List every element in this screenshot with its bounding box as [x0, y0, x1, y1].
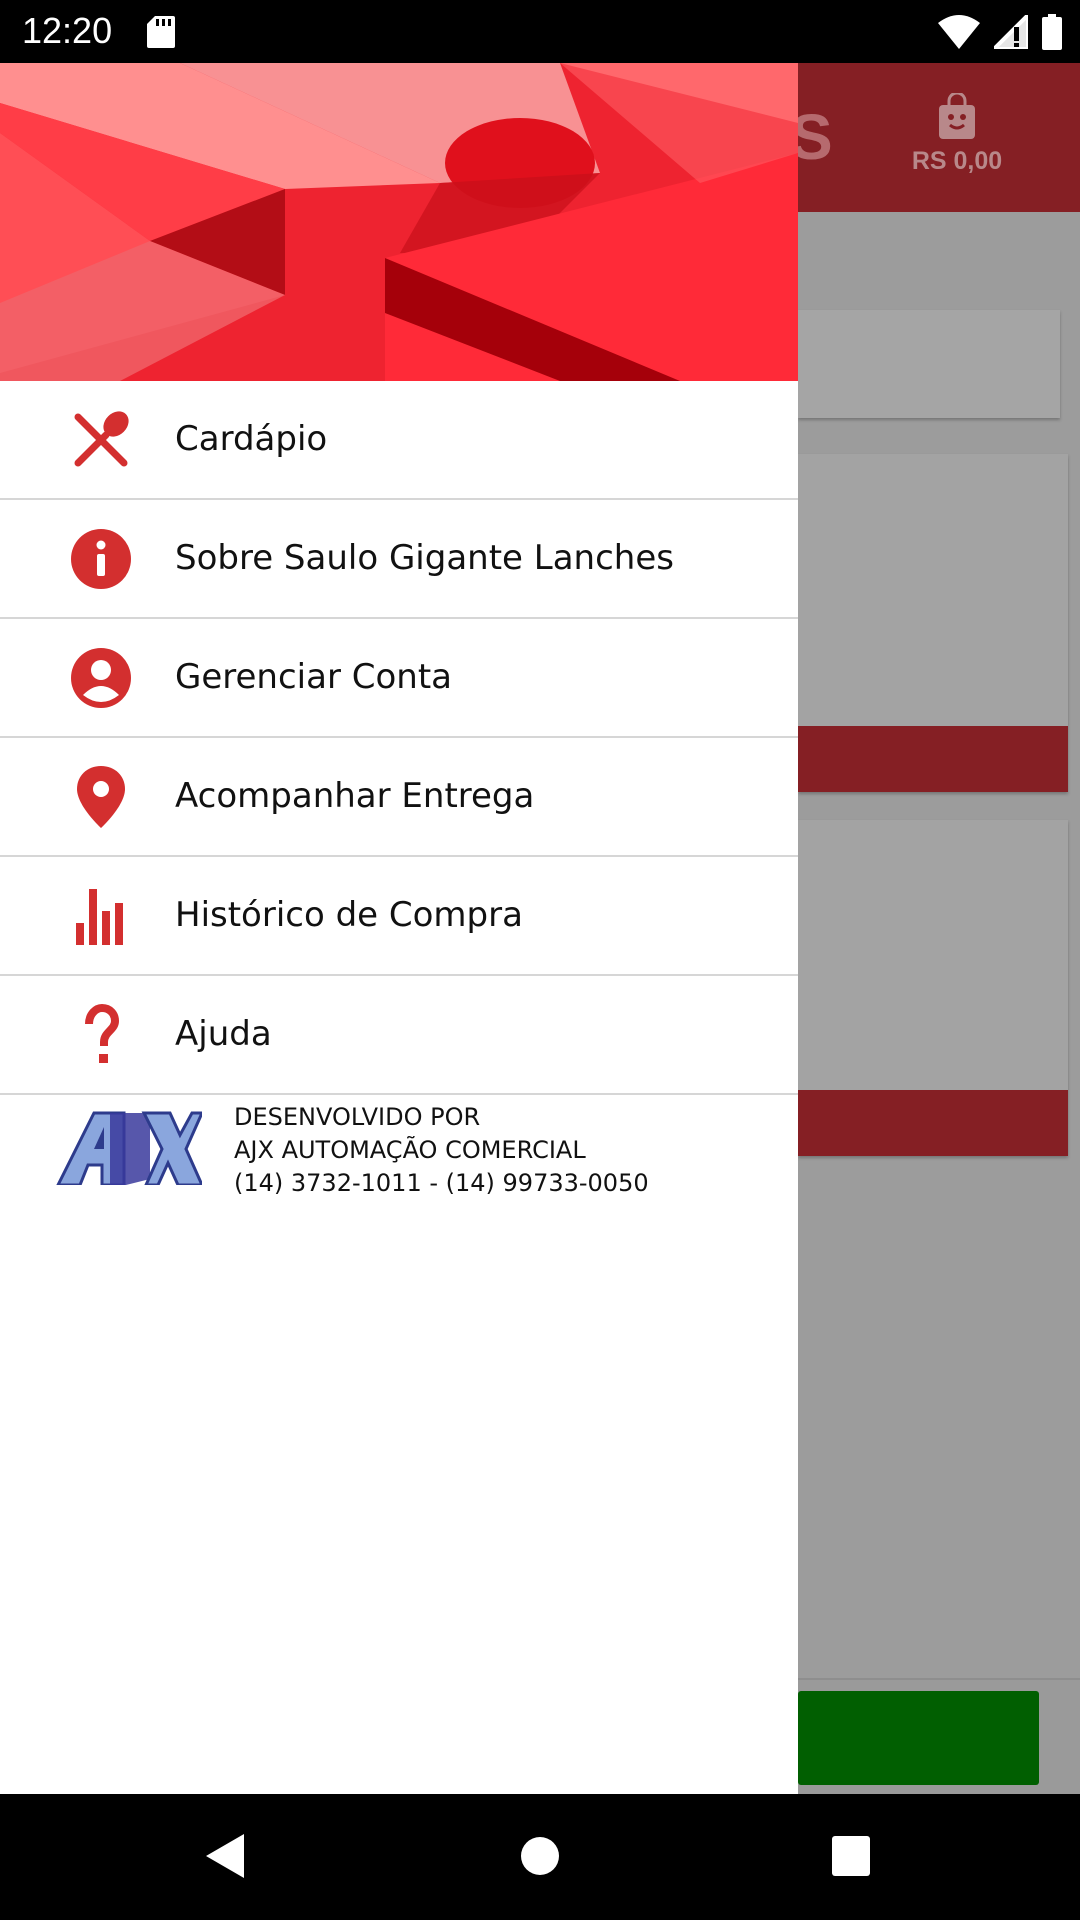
credit-line-1: DESENVOLVIDO POR [234, 1103, 481, 1131]
status-bar: 12:20 [0, 0, 1080, 63]
status-time: 12:20 [22, 10, 113, 51]
bar-chart-icon [70, 885, 132, 947]
home-icon[interactable] [520, 1832, 560, 1884]
cart-total: RS 0,00 [911, 147, 1003, 175]
menu-item-label: Sobre Saulo Gigante Lanches [175, 538, 674, 578]
info-icon [70, 528, 132, 590]
credit-line-2: AJX AUTOMAÇÃO COMERCIAL [234, 1136, 586, 1164]
recents-icon[interactable] [830, 1832, 872, 1884]
location-pin-icon [70, 766, 132, 828]
wifi-icon [938, 15, 980, 53]
search-field[interactable] [798, 310, 1060, 418]
drawer-header-banner [0, 63, 798, 381]
developer-credit: DESENVOLVIDO POR AJX AUTOMAÇÃO COMERCIAL… [0, 1089, 798, 1209]
card-band [798, 1090, 1068, 1156]
menu-item-cardapio[interactable]: Cardápio [0, 381, 798, 500]
drawer-menu: Cardápio Sobre Saulo Gigante Lanches Ger… [0, 381, 798, 1095]
product-card[interactable] [798, 454, 1068, 792]
fork-spoon-icon [70, 409, 132, 471]
question-mark-icon [70, 1004, 132, 1066]
menu-item-label: Ajuda [175, 1014, 272, 1054]
battery-icon [1042, 14, 1062, 54]
navigation-drawer: Cardápio Sobre Saulo Gigante Lanches Ger… [0, 63, 798, 1794]
ajx-logo [54, 1109, 205, 1189]
menu-item-label: Acompanhar Entrega [175, 776, 535, 816]
menu-item-sobre[interactable]: Sobre Saulo Gigante Lanches [0, 500, 798, 619]
cart-button[interactable]: RS 0,00 [890, 91, 1024, 176]
system-nav-bar [0, 1794, 1080, 1920]
credit-line-3: (14) 3732-1011 - (14) 99733-0050 [234, 1169, 649, 1197]
back-icon[interactable] [204, 1832, 248, 1884]
signal-icon [989, 10, 1030, 53]
checkout-button[interactable] [798, 1691, 1039, 1785]
menu-item-ajuda[interactable]: Ajuda [0, 976, 798, 1095]
menu-item-acompanhar-entrega[interactable]: Acompanhar Entrega [0, 738, 798, 857]
shopping-bag-icon [937, 91, 977, 143]
account-circle-icon [70, 647, 132, 709]
card-band [798, 726, 1068, 792]
menu-item-label: Gerenciar Conta [175, 657, 452, 697]
menu-item-label: Histórico de Compra [175, 895, 523, 935]
menu-item-gerenciar-conta[interactable]: Gerenciar Conta [0, 619, 798, 738]
product-card[interactable] [798, 820, 1068, 1156]
menu-item-label: Cardápio [175, 419, 328, 459]
sd-card-icon [147, 16, 175, 52]
menu-item-historico[interactable]: Histórico de Compra [0, 857, 798, 976]
